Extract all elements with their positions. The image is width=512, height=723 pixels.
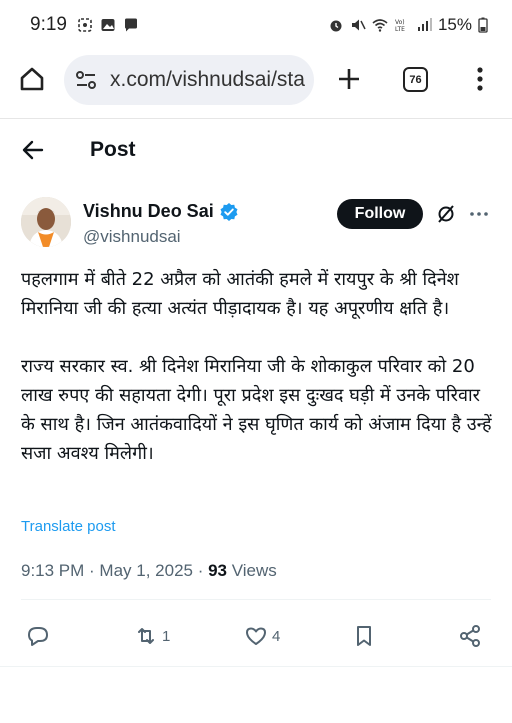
battery-icon bbox=[478, 17, 488, 33]
divider bbox=[0, 666, 512, 667]
svg-text:LTE: LTE bbox=[395, 26, 405, 33]
avatar-image bbox=[21, 197, 71, 247]
reply-button[interactable] bbox=[26, 620, 54, 652]
author-name[interactable]: Vishnu Deo Sai bbox=[83, 201, 239, 222]
more-horizontal-icon[interactable] bbox=[469, 204, 489, 224]
divider bbox=[21, 599, 491, 600]
repost-icon bbox=[138, 628, 154, 644]
post-paragraph: राज्य सरकार स्व. श्री दिनेश मिरानिया जी … bbox=[21, 356, 492, 464]
battery-percent: 15% bbox=[437, 15, 472, 34]
reply-icon bbox=[28, 627, 48, 646]
share-icon bbox=[460, 625, 480, 647]
url-text: x.com/vishnudsai/sta bbox=[110, 68, 305, 91]
verified-badge-icon bbox=[220, 202, 238, 221]
home-icon bbox=[20, 67, 44, 91]
mute-icon bbox=[351, 19, 366, 31]
author-handle[interactable]: @vishnudsai bbox=[83, 227, 181, 247]
status-time: 9:19 bbox=[30, 14, 67, 35]
browser-menu-button[interactable] bbox=[470, 63, 490, 95]
post-meta: 9:13 PM · May 1, 2025 · 93 Views bbox=[21, 561, 277, 581]
alarm-icon bbox=[330, 20, 342, 32]
follow-button[interactable]: Follow bbox=[337, 199, 423, 229]
status-bar: 9:19 Vo) LTE 15% bbox=[0, 0, 512, 50]
bookmark-icon bbox=[357, 626, 371, 646]
repost-count: 1 bbox=[162, 627, 171, 645]
status-right: Vo) LTE 15% bbox=[328, 15, 488, 35]
back-arrow-icon[interactable] bbox=[20, 137, 46, 163]
translate-post-link[interactable]: Translate post bbox=[21, 518, 116, 535]
bookmark-button[interactable] bbox=[352, 620, 376, 652]
views-count: 93 bbox=[208, 561, 228, 580]
address-bar[interactable]: x.com/vishnudsai/sta bbox=[64, 55, 314, 105]
plus-icon bbox=[339, 69, 359, 89]
more-vertical-icon bbox=[477, 67, 483, 91]
post-actions: 1 4 bbox=[0, 620, 512, 652]
views-label: Views bbox=[227, 561, 277, 580]
chat-icon bbox=[124, 18, 137, 32]
repost-button[interactable]: 1 bbox=[134, 620, 170, 652]
avatar[interactable] bbox=[21, 197, 71, 247]
post-timestamp[interactable]: 9:13 PM · May 1, 2025 · bbox=[21, 561, 208, 580]
volte-icon: Vo)LTE bbox=[395, 19, 405, 33]
post-header: Post bbox=[0, 119, 512, 181]
site-settings-icon[interactable] bbox=[74, 68, 98, 92]
tab-switcher-button[interactable]: 76 bbox=[403, 67, 428, 92]
page-title: Post bbox=[90, 138, 136, 161]
share-button[interactable] bbox=[458, 620, 482, 652]
svg-text:Vo): Vo) bbox=[395, 19, 405, 26]
post-text: पहलगाम में बीते 22 अप्रैल को आतंकी हमले … bbox=[21, 265, 496, 497]
gallery-icon bbox=[101, 19, 115, 31]
screenshot-icon bbox=[78, 18, 92, 32]
grok-icon[interactable] bbox=[436, 204, 456, 224]
signal-icon bbox=[417, 18, 432, 31]
author-name-text: Vishnu Deo Sai bbox=[83, 201, 214, 221]
new-tab-button[interactable] bbox=[333, 63, 365, 95]
status-left-icons bbox=[77, 17, 139, 33]
like-count: 4 bbox=[272, 627, 281, 645]
post-paragraph: पहलगाम में बीते 22 अप्रैल को आतंकी हमले … bbox=[21, 269, 459, 319]
like-button[interactable]: 4 bbox=[244, 620, 280, 652]
wifi-icon bbox=[372, 19, 388, 32]
heart-icon bbox=[246, 627, 266, 645]
home-button[interactable] bbox=[16, 63, 48, 95]
browser-toolbar: x.com/vishnudsai/sta 76 bbox=[0, 50, 512, 116]
